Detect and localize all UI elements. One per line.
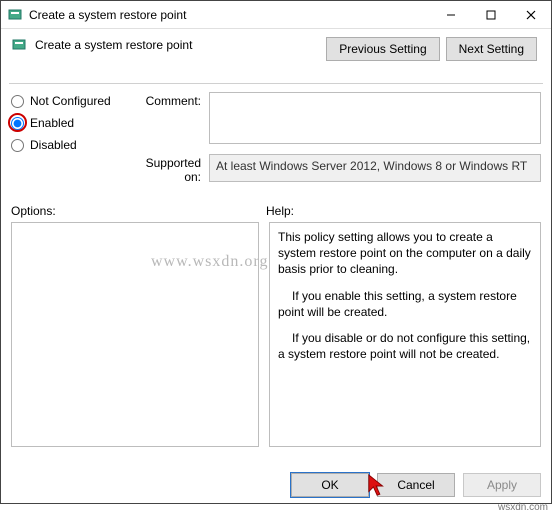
radio-not-configured-label: Not Configured [30, 94, 111, 108]
radio-enabled[interactable]: Enabled [11, 116, 121, 130]
dialog-footer: OK Cancel Apply [291, 473, 541, 497]
radio-disabled-input[interactable] [11, 139, 24, 152]
help-text-3: If you disable or do not configure this … [278, 330, 532, 362]
dialog-window: Create a system restore point Create a s… [0, 0, 552, 504]
cancel-button[interactable]: Cancel [377, 473, 455, 497]
credit-text: wsxdn.com [498, 502, 548, 513]
maximize-button[interactable] [471, 1, 511, 28]
radio-not-configured[interactable]: Not Configured [11, 94, 121, 108]
options-label: Options: [11, 204, 266, 218]
close-button[interactable] [511, 1, 551, 28]
divider [9, 83, 543, 84]
apply-button[interactable]: Apply [463, 473, 541, 497]
policy-title: Create a system restore point [35, 38, 192, 52]
policy-icon [11, 37, 27, 53]
previous-setting-button[interactable]: Previous Setting [326, 37, 439, 61]
comment-input[interactable] [209, 92, 541, 144]
app-icon [7, 7, 23, 23]
help-text-2: If you enable this setting, a system res… [278, 288, 532, 320]
radio-not-configured-input[interactable] [11, 95, 24, 108]
window-title: Create a system restore point [29, 8, 431, 22]
supported-on-label: Supported on: [131, 154, 201, 184]
radio-enabled-input[interactable] [11, 117, 24, 130]
next-setting-button[interactable]: Next Setting [446, 37, 537, 61]
supported-on-value: At least Windows Server 2012, Windows 8 … [209, 154, 541, 182]
radio-enabled-label: Enabled [30, 116, 74, 130]
titlebar: Create a system restore point [1, 1, 551, 29]
options-pane [11, 222, 259, 447]
ok-button[interactable]: OK [291, 473, 369, 497]
help-text-1: This policy setting allows you to create… [278, 229, 532, 278]
help-label: Help: [266, 204, 294, 218]
radio-disabled[interactable]: Disabled [11, 138, 121, 152]
radio-disabled-label: Disabled [30, 138, 77, 152]
help-pane: This policy setting allows you to create… [269, 222, 541, 447]
minimize-button[interactable] [431, 1, 471, 28]
comment-label: Comment: [131, 92, 201, 108]
